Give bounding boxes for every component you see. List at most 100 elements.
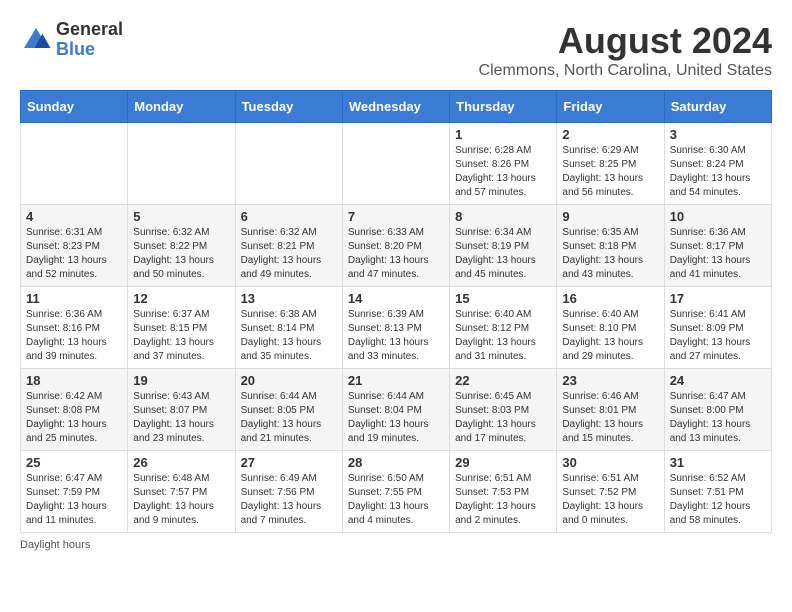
day-number: 30 <box>562 455 658 470</box>
calendar-week-2: 4Sunrise: 6:31 AM Sunset: 8:23 PM Daylig… <box>21 205 772 287</box>
calendar-week-5: 25 Sunrise: 6:47 AM Sunset: 7:59 PM Dayli… <box>21 451 772 533</box>
day-number: 15 <box>455 291 551 306</box>
day-info: Sunrise: 6:50 AM Sunset: 7:55 PM Dayligh… <box>348 472 444 528</box>
calendar-cell: 29 Sunrise: 6:51 AM Sunset: 7:53 PM Dayli… <box>450 451 557 533</box>
day-info: Sunrise: 6:31 AM Sunset: 8:23 PM Dayligh… <box>26 226 122 282</box>
calendar-week-1: 1 Sunrise: 6:28 AM Sunset: 8:26 PM Daylig… <box>21 123 772 205</box>
logo: General Blue <box>20 20 123 60</box>
day-number: 1 <box>455 127 551 142</box>
calendar-header-friday: Friday <box>557 91 664 123</box>
calendar-cell: 31Sunrise: 6:52 AM Sunset: 7:51 PM Dayli… <box>664 451 771 533</box>
day-number: 22 <box>455 373 551 388</box>
calendar-cell <box>235 123 342 205</box>
day-number: 11 <box>26 291 122 306</box>
logo-general: General <box>56 20 123 40</box>
day-info: Sunrise: 6:40 AM Sunset: 8:12 PM Dayligh… <box>455 308 551 364</box>
day-info: Sunrise: 6:41 AM Sunset: 8:09 PM Dayligh… <box>670 308 766 364</box>
calendar-header-tuesday: Tuesday <box>235 91 342 123</box>
calendar-header-thursday: Thursday <box>450 91 557 123</box>
calendar-cell: 10Sunrise: 6:36 AM Sunset: 8:17 PM Dayli… <box>664 205 771 287</box>
day-number: 27 <box>241 455 337 470</box>
day-info: Sunrise: 6:47 AM Sunset: 8:00 PM Dayligh… <box>670 390 766 446</box>
day-info: Sunrise: 6:44 AM Sunset: 8:05 PM Dayligh… <box>241 390 337 446</box>
day-info: Sunrise: 6:51 AM Sunset: 7:53 PM Dayligh… <box>455 472 551 528</box>
day-info: Sunrise: 6:45 AM Sunset: 8:03 PM Dayligh… <box>455 390 551 446</box>
calendar: SundayMondayTuesdayWednesdayThursdayFrid… <box>20 90 772 533</box>
calendar-cell: 7 Sunrise: 6:33 AM Sunset: 8:20 PM Daylig… <box>342 205 449 287</box>
calendar-cell: 22 Sunrise: 6:45 AM Sunset: 8:03 PM Dayli… <box>450 369 557 451</box>
main-title: August 2024 <box>479 20 772 62</box>
day-number: 13 <box>241 291 337 306</box>
calendar-cell: 4Sunrise: 6:31 AM Sunset: 8:23 PM Daylig… <box>21 205 128 287</box>
calendar-cell: 5 Sunrise: 6:32 AM Sunset: 8:22 PM Daylig… <box>128 205 235 287</box>
calendar-header-wednesday: Wednesday <box>342 91 449 123</box>
day-info: Sunrise: 6:39 AM Sunset: 8:13 PM Dayligh… <box>348 308 444 364</box>
day-number: 16 <box>562 291 658 306</box>
calendar-cell: 8Sunrise: 6:34 AM Sunset: 8:19 PM Daylig… <box>450 205 557 287</box>
calendar-cell: 15 Sunrise: 6:40 AM Sunset: 8:12 PM Dayli… <box>450 287 557 369</box>
day-number: 18 <box>26 373 122 388</box>
sub-title: Clemmons, North Carolina, United States <box>479 62 772 80</box>
logo-text: General Blue <box>56 20 123 60</box>
day-info: Sunrise: 6:40 AM Sunset: 8:10 PM Dayligh… <box>562 308 658 364</box>
calendar-cell: 3Sunrise: 6:30 AM Sunset: 8:24 PM Daylig… <box>664 123 771 205</box>
day-number: 29 <box>455 455 551 470</box>
day-info: Sunrise: 6:38 AM Sunset: 8:14 PM Dayligh… <box>241 308 337 364</box>
day-info: Sunrise: 6:44 AM Sunset: 8:04 PM Dayligh… <box>348 390 444 446</box>
day-number: 19 <box>133 373 229 388</box>
day-info: Sunrise: 6:28 AM Sunset: 8:26 PM Dayligh… <box>455 144 551 200</box>
day-info: Sunrise: 6:29 AM Sunset: 8:25 PM Dayligh… <box>562 144 658 200</box>
calendar-cell <box>21 123 128 205</box>
calendar-cell: 24 Sunrise: 6:47 AM Sunset: 8:00 PM Dayli… <box>664 369 771 451</box>
calendar-header-monday: Monday <box>128 91 235 123</box>
calendar-cell: 26Sunrise: 6:48 AM Sunset: 7:57 PM Dayli… <box>128 451 235 533</box>
calendar-cell: 13 Sunrise: 6:38 AM Sunset: 8:14 PM Dayli… <box>235 287 342 369</box>
logo-icon <box>20 24 52 56</box>
day-number: 6 <box>241 209 337 224</box>
day-number: 26 <box>133 455 229 470</box>
day-info: Sunrise: 6:37 AM Sunset: 8:15 PM Dayligh… <box>133 308 229 364</box>
calendar-cell: 6Sunrise: 6:32 AM Sunset: 8:21 PM Daylig… <box>235 205 342 287</box>
day-info: Sunrise: 6:35 AM Sunset: 8:18 PM Dayligh… <box>562 226 658 282</box>
calendar-cell: 17 Sunrise: 6:41 AM Sunset: 8:09 PM Dayli… <box>664 287 771 369</box>
calendar-week-3: 11Sunrise: 6:36 AM Sunset: 8:16 PM Dayli… <box>21 287 772 369</box>
day-number: 23 <box>562 373 658 388</box>
day-number: 5 <box>133 209 229 224</box>
calendar-header-saturday: Saturday <box>664 91 771 123</box>
calendar-cell: 1 Sunrise: 6:28 AM Sunset: 8:26 PM Daylig… <box>450 123 557 205</box>
calendar-cell: 11Sunrise: 6:36 AM Sunset: 8:16 PM Dayli… <box>21 287 128 369</box>
day-info: Sunrise: 6:52 AM Sunset: 7:51 PM Dayligh… <box>670 472 766 528</box>
day-info: Sunrise: 6:46 AM Sunset: 8:01 PM Dayligh… <box>562 390 658 446</box>
day-number: 17 <box>670 291 766 306</box>
calendar-cell: 2Sunrise: 6:29 AM Sunset: 8:25 PM Daylig… <box>557 123 664 205</box>
day-info: Sunrise: 6:47 AM Sunset: 7:59 PM Dayligh… <box>26 472 122 528</box>
calendar-cell: 16 Sunrise: 6:40 AM Sunset: 8:10 PM Dayli… <box>557 287 664 369</box>
header: General Blue August 2024 Clemmons, North… <box>20 20 772 80</box>
day-info: Sunrise: 6:49 AM Sunset: 7:56 PM Dayligh… <box>241 472 337 528</box>
calendar-header-row: SundayMondayTuesdayWednesdayThursdayFrid… <box>21 91 772 123</box>
day-number: 7 <box>348 209 444 224</box>
day-number: 20 <box>241 373 337 388</box>
day-number: 14 <box>348 291 444 306</box>
day-number: 25 <box>26 455 122 470</box>
day-number: 3 <box>670 127 766 142</box>
day-number: 24 <box>670 373 766 388</box>
calendar-cell: 21 Sunrise: 6:44 AM Sunset: 8:04 PM Dayli… <box>342 369 449 451</box>
calendar-cell: 27 Sunrise: 6:49 AM Sunset: 7:56 PM Dayli… <box>235 451 342 533</box>
day-info: Sunrise: 6:33 AM Sunset: 8:20 PM Dayligh… <box>348 226 444 282</box>
calendar-week-4: 18 Sunrise: 6:42 AM Sunset: 8:08 PM Dayli… <box>21 369 772 451</box>
calendar-cell: 25 Sunrise: 6:47 AM Sunset: 7:59 PM Dayli… <box>21 451 128 533</box>
day-info: Sunrise: 6:32 AM Sunset: 8:22 PM Dayligh… <box>133 226 229 282</box>
calendar-cell <box>128 123 235 205</box>
calendar-header-sunday: Sunday <box>21 91 128 123</box>
calendar-cell: 19 Sunrise: 6:43 AM Sunset: 8:07 PM Dayli… <box>128 369 235 451</box>
day-info: Sunrise: 6:43 AM Sunset: 8:07 PM Dayligh… <box>133 390 229 446</box>
day-number: 21 <box>348 373 444 388</box>
calendar-cell: 28 Sunrise: 6:50 AM Sunset: 7:55 PM Dayli… <box>342 451 449 533</box>
footer-note: Daylight hours <box>20 539 772 551</box>
calendar-cell: 20 Sunrise: 6:44 AM Sunset: 8:05 PM Dayli… <box>235 369 342 451</box>
day-info: Sunrise: 6:42 AM Sunset: 8:08 PM Dayligh… <box>26 390 122 446</box>
day-number: 9 <box>562 209 658 224</box>
calendar-cell: 14 Sunrise: 6:39 AM Sunset: 8:13 PM Dayli… <box>342 287 449 369</box>
day-number: 28 <box>348 455 444 470</box>
